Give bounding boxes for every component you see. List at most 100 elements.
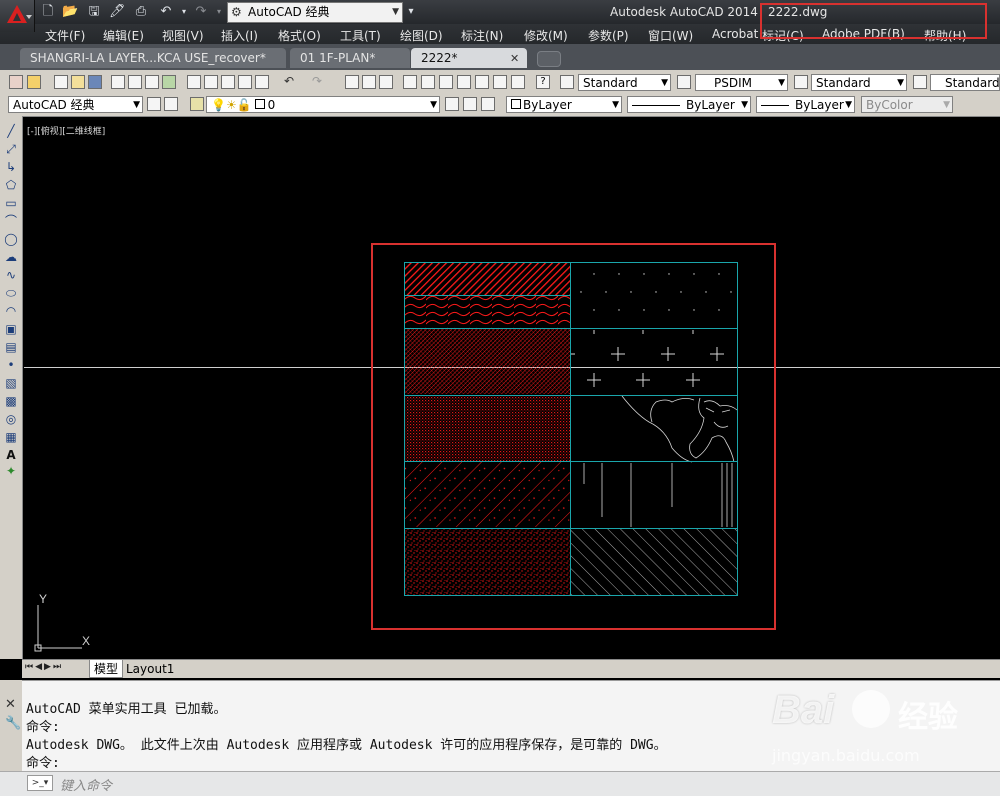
new-file-icon[interactable]: 🗋	[40, 4, 56, 19]
menu-window[interactable]: 窗口(W)	[648, 27, 693, 44]
redo-icon[interactable]: ↷	[193, 4, 209, 19]
mleader-style-icon[interactable]	[913, 75, 927, 89]
color-dropdown[interactable]: ByLayer ▼	[506, 96, 622, 113]
redo-dropdown-icon[interactable]: ▾	[211, 4, 227, 19]
menu-tools[interactable]: 工具(T)	[340, 27, 381, 44]
polyline-icon[interactable]: ↳	[3, 159, 19, 175]
save-toolbar-icon[interactable]	[88, 75, 102, 89]
tab-shangri-la[interactable]: SHANGRI-LA LAYER...KCA USE_recover*	[20, 48, 286, 68]
text-style-dropdown[interactable]: Standard ▼	[578, 74, 671, 91]
region-icon[interactable]: ◎	[3, 411, 19, 427]
menu-file[interactable]: 文件(F)	[45, 27, 85, 44]
pdf-icon[interactable]	[9, 75, 23, 89]
make-current-layer-icon[interactable]	[445, 97, 459, 111]
ellipse-icon[interactable]: ⬭	[3, 285, 19, 301]
properties-icon[interactable]	[421, 75, 435, 89]
insert-block-icon[interactable]: ▣	[3, 321, 19, 337]
new-tab-button[interactable]	[537, 51, 561, 67]
qnew-icon[interactable]	[54, 75, 68, 89]
menu-insert[interactable]: 插入(I)	[221, 27, 258, 44]
revision-cloud-icon[interactable]: ☁	[3, 249, 19, 265]
menu-dimension[interactable]: 标注(N)	[461, 27, 503, 44]
multiline-text-icon[interactable]: A	[3, 447, 19, 463]
ellipse-arc-icon[interactable]: ◠	[3, 303, 19, 319]
menu-draw[interactable]: 绘图(D)	[400, 27, 443, 44]
workspace-dropdown[interactable]: ⚙ AutoCAD 经典 ▼	[227, 2, 403, 23]
dim-style-dropdown[interactable]: PSDIM ▼	[695, 74, 788, 91]
construction-line-icon[interactable]: ⤢	[3, 141, 19, 157]
lineweight-dropdown[interactable]: ByLayer ▼	[756, 96, 855, 113]
linetype-dropdown[interactable]: ByLayer ▼	[627, 96, 751, 113]
arc-icon[interactable]: ⌒	[3, 213, 19, 229]
tab-model[interactable]: 模型	[89, 660, 124, 678]
menu-modify[interactable]: 修改(M)	[524, 27, 568, 44]
open-file-icon[interactable]: 📂	[62, 4, 78, 19]
table-style-dropdown[interactable]: Standard ▼	[811, 74, 907, 91]
layer-properties-icon[interactable]	[190, 97, 204, 111]
quickcalc-icon[interactable]	[511, 75, 525, 89]
circle-icon[interactable]: ◯	[3, 231, 19, 247]
customize-quick-access-icon[interactable]: ▾	[403, 4, 419, 19]
hatch-icon[interactable]: ▧	[3, 375, 19, 391]
close-icon[interactable]: ✕	[5, 697, 16, 712]
menu-format[interactable]: 格式(O)	[278, 27, 321, 44]
make-block-icon[interactable]: ▤	[3, 339, 19, 355]
mleader-style-dropdown[interactable]: Standard	[930, 74, 1000, 91]
copy-icon[interactable]	[204, 75, 218, 89]
sheet-set-icon[interactable]	[475, 75, 489, 89]
markup-icon[interactable]	[27, 75, 41, 89]
plot-icon[interactable]: ⎙	[133, 4, 149, 19]
layout-nav-arrows[interactable]: ⏮◀▶⏭	[25, 662, 63, 672]
viewport-controls-label[interactable]: [-][俯视][二维线框]	[27, 124, 105, 137]
table-icon[interactable]: ▦	[3, 429, 19, 445]
plot-preview-icon[interactable]	[128, 75, 142, 89]
design-center-icon[interactable]	[439, 75, 453, 89]
tool-palettes-icon[interactable]	[457, 75, 471, 89]
layer-previous-icon[interactable]	[463, 97, 477, 111]
3d-dwf-icon[interactable]	[162, 75, 176, 89]
menu-edit[interactable]: 编辑(E)	[103, 27, 144, 44]
zoom-realtime-icon[interactable]	[362, 75, 376, 89]
point-icon[interactable]: •	[3, 357, 19, 373]
menu-acrobat[interactable]: Acrobat	[712, 27, 758, 41]
publish-icon[interactable]	[145, 75, 159, 89]
tab-layout1[interactable]: Layout1	[126, 662, 174, 676]
table-style-icon[interactable]	[794, 75, 808, 89]
layer-states-icon[interactable]	[481, 97, 495, 111]
command-input[interactable]	[0, 771, 1000, 796]
menu-parametric[interactable]: 参数(P)	[588, 27, 629, 44]
add-selected-icon[interactable]: ✦	[3, 463, 19, 479]
open-icon[interactable]	[71, 75, 85, 89]
undo-toolbar-icon[interactable]: ↶	[284, 74, 294, 88]
rectangle-icon[interactable]: ▭	[3, 195, 19, 211]
cut-icon[interactable]	[187, 75, 201, 89]
command-prompt-icon[interactable]: >_▾	[27, 775, 53, 791]
my-workspace-icon[interactable]	[164, 97, 178, 111]
polygon-icon[interactable]: ⬠	[3, 177, 19, 193]
gradient-icon[interactable]: ▩	[3, 393, 19, 409]
workspace-settings-icon[interactable]	[147, 97, 161, 111]
block-editor-icon[interactable]	[255, 75, 269, 89]
undo-dropdown-icon[interactable]: ▾	[176, 4, 192, 19]
workspace-toolbar-dropdown[interactable]: AutoCAD 经典 ▼	[8, 96, 143, 113]
plot-toolbar-icon[interactable]	[111, 75, 125, 89]
save-icon[interactable]: 🖫	[86, 4, 102, 19]
menu-view[interactable]: 视图(V)	[162, 27, 204, 44]
tab-1f-plan[interactable]: 01 1F-PLAN*	[290, 48, 410, 68]
redo-toolbar-icon[interactable]: ↷	[312, 74, 322, 88]
layer-dropdown[interactable]: 💡☀🔓 0 ▼	[206, 96, 440, 113]
zoom-window-icon[interactable]	[379, 75, 393, 89]
line-icon[interactable]: ╱	[3, 123, 19, 139]
markup-set-icon[interactable]	[493, 75, 507, 89]
spline-icon[interactable]: ∿	[3, 267, 19, 283]
text-style-icon[interactable]	[560, 75, 574, 89]
match-properties-icon[interactable]	[238, 75, 252, 89]
dim-style-icon[interactable]	[677, 75, 691, 89]
paste-icon[interactable]	[221, 75, 235, 89]
help-icon[interactable]: ?	[536, 75, 550, 89]
application-menu-button[interactable]	[0, 0, 35, 32]
wrench-icon[interactable]: 🔧	[5, 716, 21, 731]
close-icon[interactable]: ✕	[510, 52, 519, 65]
save-as-icon[interactable]: 🖊	[109, 4, 126, 19]
undo-icon[interactable]: ↶	[158, 4, 174, 19]
